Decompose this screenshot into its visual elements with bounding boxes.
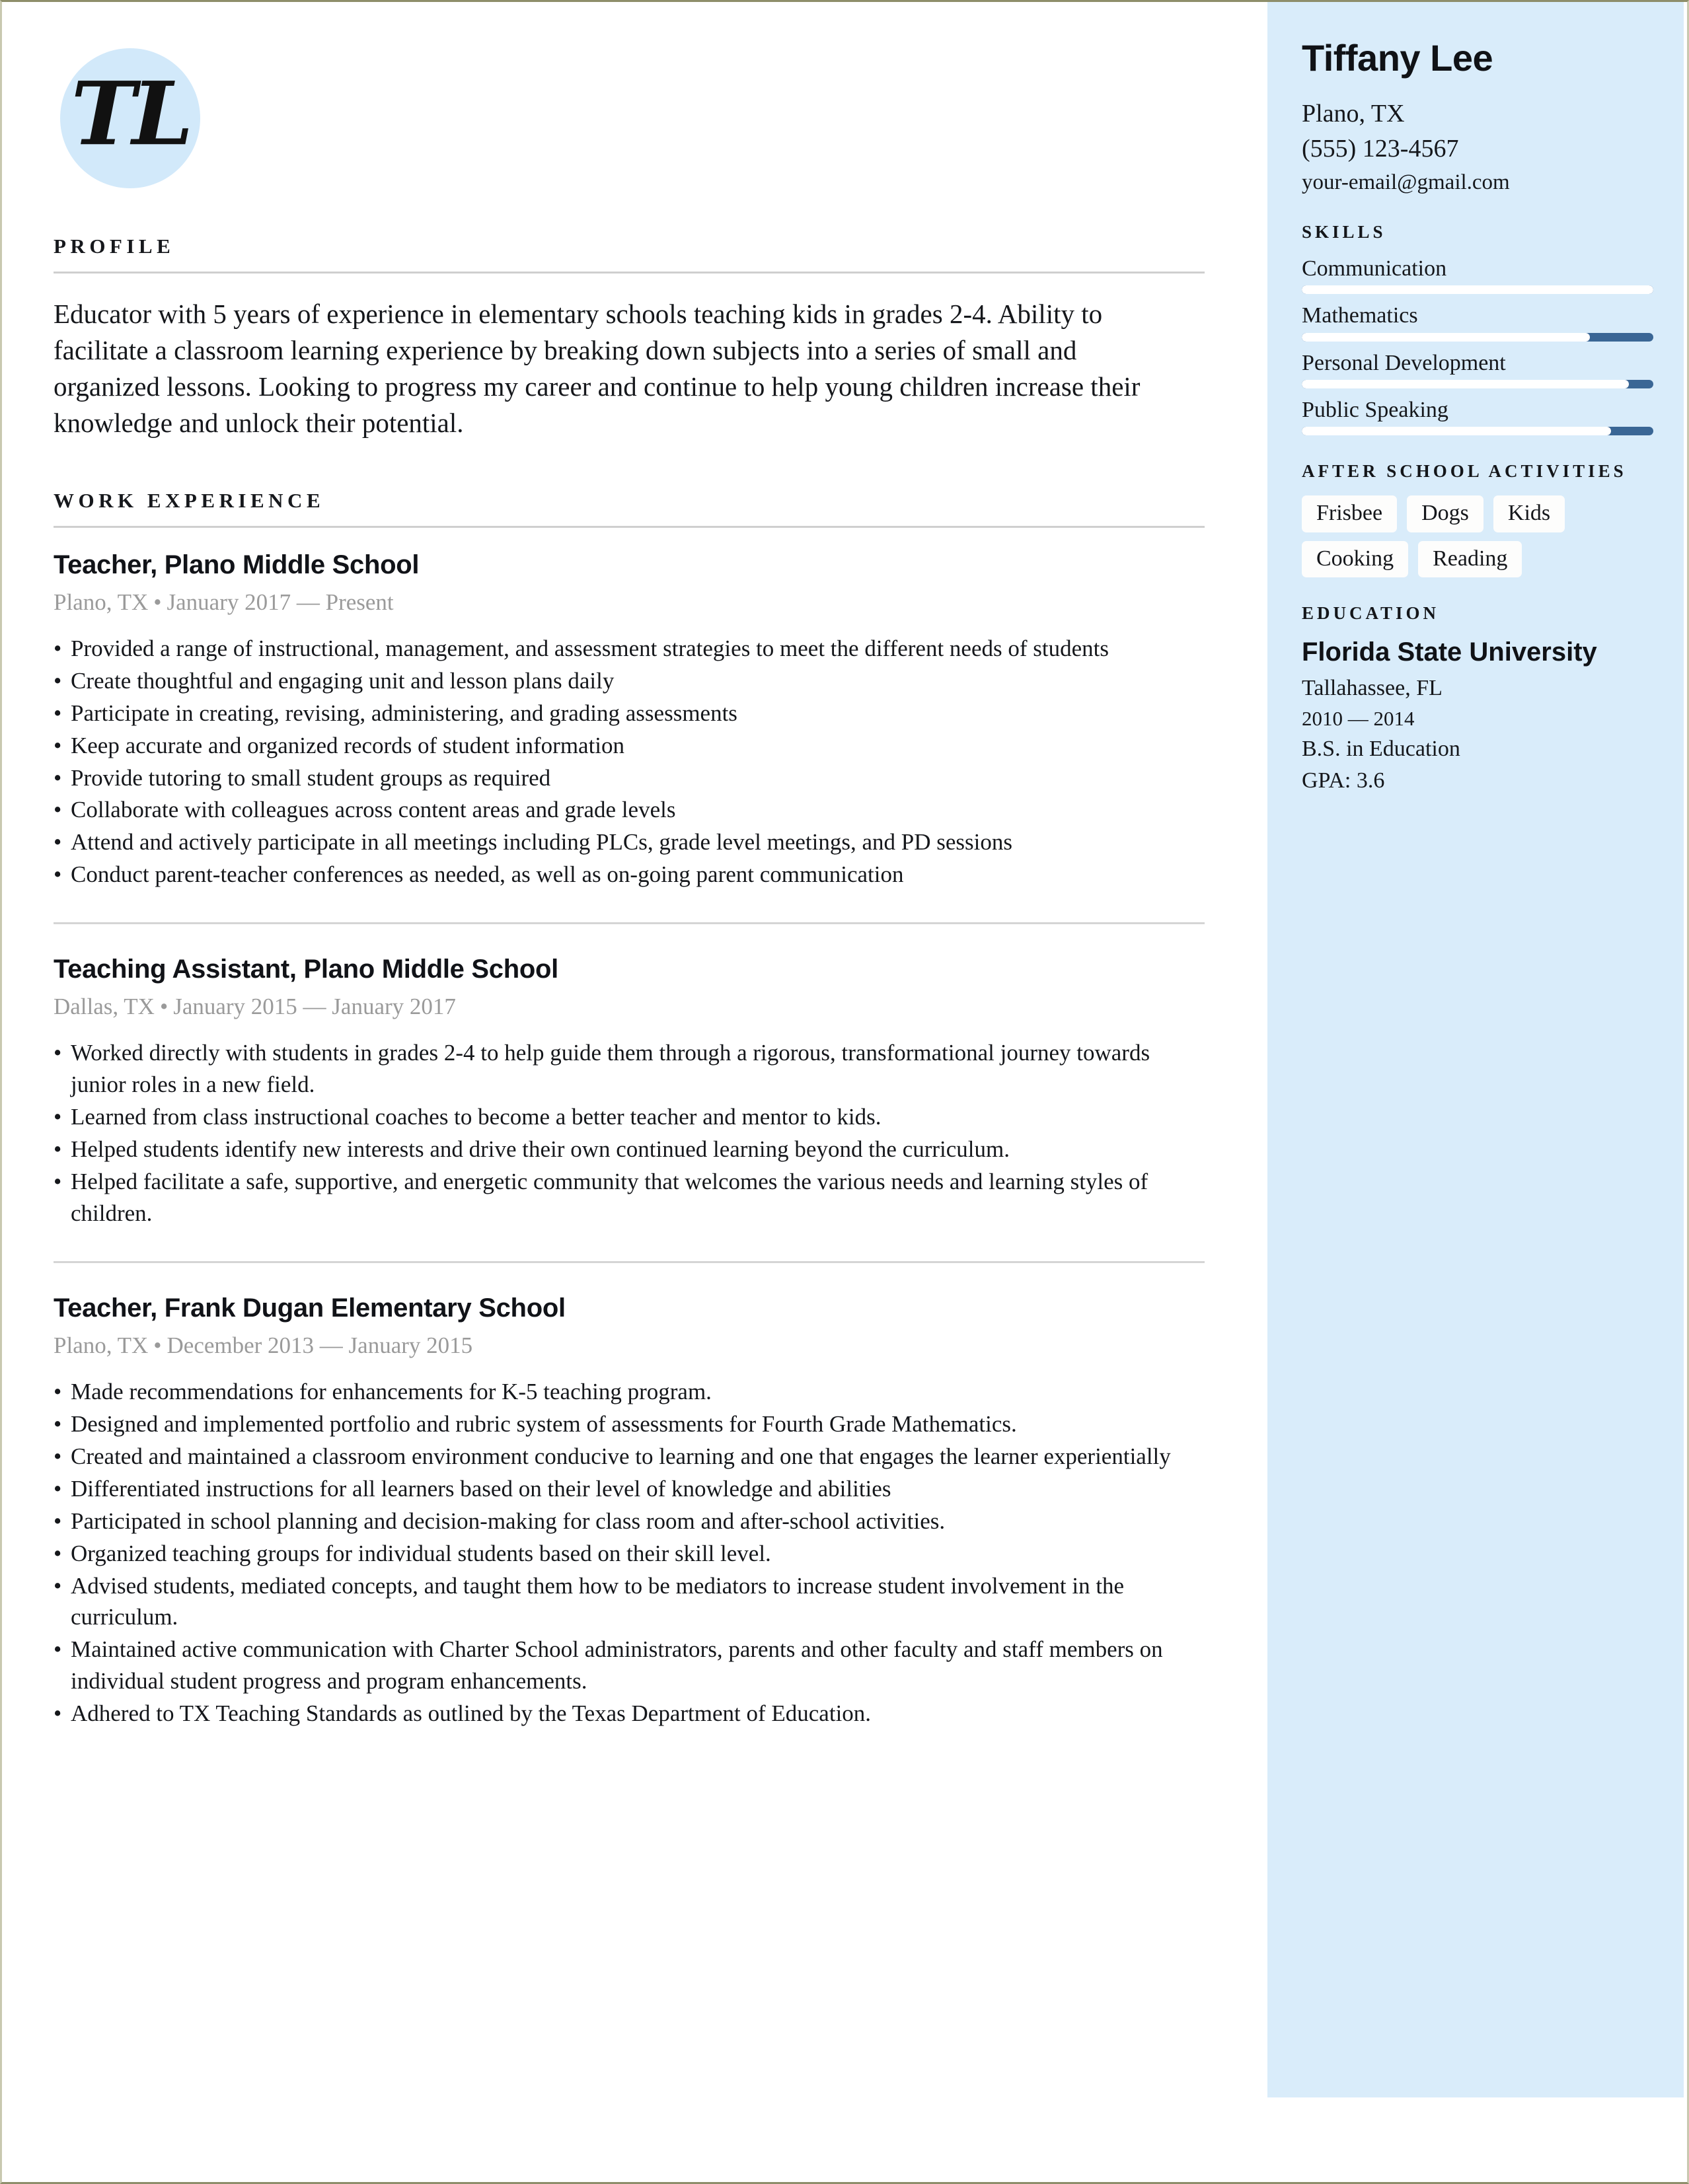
job-bullet: Create thoughtful and engaging unit and … — [54, 665, 1194, 697]
job-bullet: Helped facilitate a safe, supportive, an… — [54, 1166, 1194, 1229]
education-dates: 2010 — 2014 — [1302, 706, 1415, 730]
job-bullet: Made recommendations for enhancements fo… — [54, 1376, 1194, 1408]
meta-separator-bullet: • — [159, 994, 169, 1020]
skill-progress-track — [1302, 285, 1653, 295]
job-location: Dallas, TX — [54, 994, 155, 1020]
skill-progress-fill — [1302, 380, 1629, 389]
job-bullet: Collaborate with colleagues across conte… — [54, 794, 1194, 826]
job-entry: Teacher, Plano Middle School Plano, TX • J… — [54, 550, 1205, 891]
job-bullet: Attend and actively participate in all m… — [54, 826, 1194, 858]
main-column: TL PROFILE Educator with 5 years of expe… — [2, 2, 1267, 1730]
contact-phone: (555) 123-4567 — [1302, 134, 1459, 163]
job-location: Plano, TX — [54, 589, 149, 615]
skill-label: Communication — [1302, 256, 1447, 281]
activities-tag-list: Frisbee Dogs Kids Cooking Reading — [1302, 495, 1619, 578]
education-entry: Florida State University Tallahassee, FL… — [1302, 637, 1653, 797]
activity-tag: Reading — [1418, 540, 1522, 578]
job-location: Plano, TX — [54, 1332, 149, 1358]
skill-item: Personal Development — [1302, 350, 1653, 389]
job-bullet: Differentiated instructions for all lear… — [54, 1473, 1194, 1505]
job-bullet: Advised students, mediated concepts, and… — [54, 1570, 1194, 1634]
job-title: Teacher, Plano Middle School — [54, 550, 420, 579]
job-bullet: Keep accurate and organized records of s… — [54, 730, 1194, 762]
job-bullet-list: Worked directly with students in grades … — [54, 1037, 1205, 1229]
job-bullet-list: Provided a range of instructional, manag… — [54, 633, 1205, 891]
skill-progress-fill — [1302, 427, 1612, 436]
sidebar: Tiffany Lee Plano, TX (555) 123-4567 you… — [1267, 2, 1684, 2097]
job-bullet: Organized teaching groups for individual… — [54, 1538, 1194, 1570]
page-title: Tiffany Lee — [1302, 37, 1493, 79]
skill-progress-track — [1302, 427, 1653, 436]
skill-label: Personal Development — [1302, 350, 1506, 375]
contact-email: your-email@gmail.com — [1302, 170, 1510, 195]
job-meta: Dallas, TX • January 2015 — January 2017 — [54, 994, 1205, 1020]
job-entry: Teacher, Frank Dugan Elementary School P… — [54, 1293, 1205, 1729]
meta-separator-bullet: • — [153, 589, 162, 615]
activity-tag: Dogs — [1407, 495, 1483, 532]
job-bullet: Adhered to TX Teaching Standards as outl… — [54, 1698, 1194, 1729]
activities-section-heading: AFTER SCHOOL ACTIVITIES — [1302, 461, 1627, 482]
profile-divider — [54, 272, 1205, 273]
work-experience-divider — [54, 525, 1205, 528]
skill-progress-fill — [1302, 332, 1591, 342]
meta-separator-bullet: • — [153, 1332, 162, 1358]
job-title: Teaching Assistant, Plano Middle School — [54, 955, 558, 984]
job-bullet: Participate in creating, revising, admin… — [54, 698, 1194, 729]
education-section-heading: EDUCATION — [1302, 603, 1440, 624]
profile-summary-text: Educator with 5 years of experience in e… — [54, 299, 1141, 438]
job-dates: January 2017 — Present — [167, 589, 394, 615]
skill-progress-track — [1302, 380, 1653, 389]
job-entry: Teaching Assistant, Plano Middle School … — [54, 955, 1205, 1229]
education-location: Tallahassee, FL — [1302, 675, 1443, 700]
activity-tag: Cooking — [1302, 540, 1409, 578]
monogram-initials: TL — [71, 63, 193, 166]
skill-progress-fill — [1302, 285, 1653, 295]
activity-tag: Frisbee — [1302, 495, 1398, 532]
job-bullet: Participated in school planning and deci… — [54, 1506, 1194, 1537]
job-bullet: Maintained active communication with Cha… — [54, 1634, 1194, 1697]
job-meta: Plano, TX • December 2013 — January 2015 — [54, 1332, 1205, 1359]
skill-label: Mathematics — [1302, 303, 1418, 328]
activity-tag: Kids — [1493, 495, 1565, 532]
resume-page: TL PROFILE Educator with 5 years of expe… — [0, 0, 1689, 2184]
education-school: Florida State University — [1302, 637, 1597, 667]
job-bullet: Learned from class instructional coaches… — [54, 1101, 1194, 1133]
job-bullet: Designed and implemented portfolio and r… — [54, 1408, 1194, 1440]
job-dates: January 2015 — January 2017 — [173, 994, 456, 1020]
contact-location: Plano, TX — [1302, 100, 1405, 127]
job-divider — [54, 1260, 1205, 1263]
job-bullet: Provide tutoring to small student groups… — [54, 762, 1194, 794]
skill-label: Public Speaking — [1302, 398, 1448, 423]
education-degree: B.S. in Education — [1302, 736, 1460, 761]
work-experience-section-heading: WORK EXPERIENCE — [54, 488, 325, 512]
job-bullet: Conduct parent-teacher conferences as ne… — [54, 859, 1194, 891]
job-meta: Plano, TX • January 2017 — Present — [54, 589, 1205, 616]
education-gpa: GPA: 3.6 — [1302, 768, 1385, 793]
job-bullet-list: Made recommendations for enhancements fo… — [54, 1376, 1205, 1729]
monogram-avatar: TL — [60, 48, 200, 188]
skill-item: Communication — [1302, 256, 1653, 295]
job-bullet: Created and maintained a classroom envir… — [54, 1441, 1194, 1473]
skill-progress-track — [1302, 332, 1653, 342]
job-title: Teacher, Frank Dugan Elementary School — [54, 1293, 566, 1323]
job-dates: December 2013 — January 2015 — [167, 1332, 473, 1358]
skill-item: Mathematics — [1302, 303, 1653, 342]
skills-section-heading: SKILLS — [1302, 222, 1386, 242]
job-bullet: Worked directly with students in grades … — [54, 1037, 1194, 1101]
job-divider — [54, 922, 1205, 925]
job-bullet: Helped students identify new interests a… — [54, 1134, 1194, 1165]
skill-item: Public Speaking — [1302, 398, 1653, 436]
profile-section-heading: PROFILE — [54, 235, 175, 258]
job-bullet: Provided a range of instructional, manag… — [54, 633, 1194, 665]
